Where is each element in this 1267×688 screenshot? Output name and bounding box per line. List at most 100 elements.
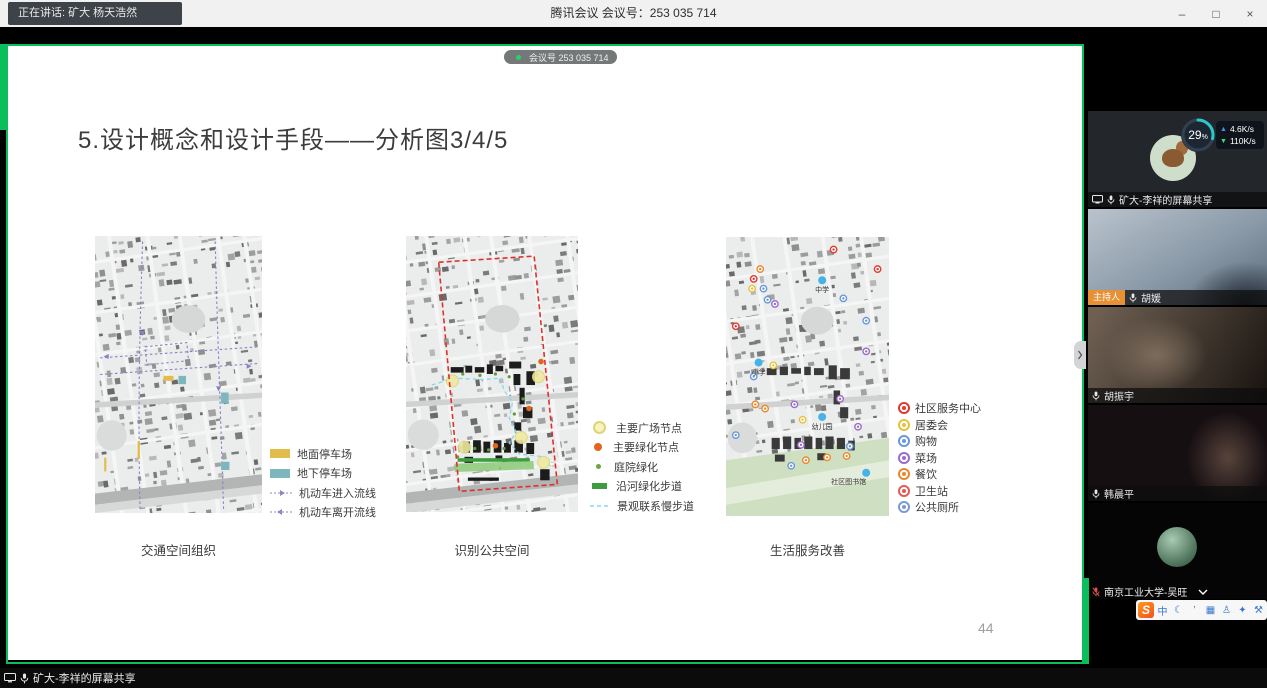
speaking-banner: 正在讲话: 矿大 杨天浩然 bbox=[8, 2, 182, 25]
slide-title: 5.设计概念和设计手段——分析图3/4/5 bbox=[78, 120, 508, 155]
chinese-mode-button[interactable]: 中 bbox=[1155, 603, 1170, 618]
flow-out-arrow-icon bbox=[270, 508, 292, 516]
shopping-icon bbox=[898, 435, 910, 447]
legend-item: 景观联系慢步道 bbox=[590, 496, 694, 516]
chevron-down-icon[interactable] bbox=[1197, 588, 1209, 596]
tile-label: 胡振宇 bbox=[1088, 388, 1267, 403]
screen-share-icon bbox=[4, 673, 16, 683]
legend-item: 菜场 bbox=[898, 450, 981, 467]
legend-item: 机动车进入流线 bbox=[270, 483, 376, 503]
mic-icon bbox=[1129, 293, 1137, 303]
skin-button[interactable]: ✦ bbox=[1235, 605, 1250, 616]
ime-toolbar[interactable]: S 中 ☾ ’ ▦ ♙ ✦ ⚒ bbox=[1136, 600, 1267, 620]
live-dot-icon bbox=[516, 55, 521, 60]
bottom-status-bar: 矿大-李祥的屏幕共享 bbox=[0, 668, 1267, 688]
tile-label: 南京工业大学-吴旺 bbox=[1088, 584, 1267, 599]
participant-name: 南京工业大学-吴旺 bbox=[1104, 584, 1187, 599]
caption-public-space: 识别公共空间 bbox=[406, 540, 578, 559]
network-stats: ▲ 4.6K/s ▼ 110K/s bbox=[1216, 121, 1264, 149]
custom-phrase-button[interactable]: ♙ bbox=[1219, 605, 1234, 616]
shared-slide: 5.设计概念和设计手段——分析图3/4/5 中学小学幼儿园社区图书馆 地面停车场… bbox=[8, 46, 1082, 660]
maximize-button[interactable]: □ bbox=[1209, 7, 1223, 21]
community-center-icon bbox=[898, 402, 910, 414]
mic-muted-icon bbox=[1092, 587, 1100, 597]
sogou-logo-icon[interactable]: S bbox=[1138, 602, 1154, 618]
soft-keyboard-button[interactable]: ▦ bbox=[1203, 605, 1218, 616]
legend-item: 主要广场节点 bbox=[590, 418, 694, 438]
legend-item: 庭院绿化 bbox=[590, 457, 694, 477]
video-tile-participant[interactable]: 南京工业大学-吴旺 bbox=[1088, 503, 1267, 599]
legend-item: 机动车离开流线 bbox=[270, 503, 376, 523]
underground-parking-swatch bbox=[270, 469, 290, 478]
upload-speed: 4.6K/s bbox=[1230, 124, 1254, 134]
market-icon bbox=[898, 452, 910, 464]
sidebar-collapse-handle[interactable] bbox=[1074, 341, 1086, 369]
cpu-percent: 29 bbox=[1188, 128, 1201, 142]
mic-icon bbox=[20, 673, 29, 684]
participant-name: 胡媛 bbox=[1141, 290, 1161, 305]
toolbox-button[interactable]: ⚒ bbox=[1251, 605, 1266, 616]
page-number: 44 bbox=[978, 620, 994, 636]
svg-text:中学: 中学 bbox=[815, 285, 829, 294]
video-tile-participant[interactable]: 胡振宇 bbox=[1088, 307, 1267, 403]
window-titlebar: 腾讯会议 会议号：253 035 714 正在讲话: 矿大 杨天浩然 – □ × bbox=[0, 0, 1267, 27]
window-title: 腾讯会议 会议号：253 035 714 bbox=[0, 0, 1267, 27]
svg-text:社区图书馆: 社区图书馆 bbox=[831, 477, 866, 486]
legend-item: 社区服务中心 bbox=[898, 400, 981, 417]
svg-text:小学: 小学 bbox=[752, 368, 766, 377]
mic-icon bbox=[1092, 489, 1100, 499]
courtyard-green-icon bbox=[596, 464, 601, 469]
caption-traffic: 交通空间组织 bbox=[95, 540, 262, 559]
avatar bbox=[1157, 527, 1197, 567]
caption-life-services: 生活服务改善 bbox=[726, 540, 889, 559]
surface-parking-swatch bbox=[270, 449, 290, 458]
legend-public-space: 主要广场节点 主要绿化节点 庭院绿化 沿河绿化步道 景观联系慢步道 bbox=[590, 418, 694, 516]
mic-icon bbox=[1107, 195, 1115, 205]
legend-item: 地下停车场 bbox=[270, 464, 376, 484]
map-traffic-organization bbox=[95, 236, 262, 513]
mic-icon bbox=[1092, 391, 1100, 401]
meeting-id-badge: 会议号 253 035 714 bbox=[504, 50, 617, 64]
flow-in-arrow-icon bbox=[270, 489, 292, 497]
legend-item: 卫生站 bbox=[898, 483, 981, 500]
download-arrow-icon: ▼ bbox=[1220, 138, 1227, 145]
close-button[interactable]: × bbox=[1243, 7, 1257, 21]
participant-name: 胡振宇 bbox=[1104, 388, 1134, 403]
tile-label: 韩晨平 bbox=[1088, 486, 1267, 501]
legend-item: 公共厕所 bbox=[898, 499, 981, 516]
punctuation-button[interactable]: ’ bbox=[1187, 605, 1202, 616]
tile-label: 矿大-李祥的屏幕共享 bbox=[1088, 192, 1267, 207]
neighborhood-committee-icon bbox=[898, 419, 910, 431]
chevron-right-icon bbox=[1077, 350, 1083, 360]
participant-name: 韩晨平 bbox=[1104, 486, 1134, 501]
video-tile-participant[interactable]: 主持人 胡媛 bbox=[1088, 209, 1267, 305]
green-node-icon bbox=[594, 443, 602, 451]
legend-item: 餐饮 bbox=[898, 466, 981, 483]
dining-icon bbox=[898, 468, 910, 480]
svg-text:幼儿园: 幼儿园 bbox=[812, 422, 833, 431]
download-speed: 110K/s bbox=[1230, 136, 1256, 146]
map-life-services: 中学小学幼儿园社区图书馆 bbox=[726, 237, 889, 516]
plaza-node-icon bbox=[593, 421, 606, 434]
map-public-space bbox=[406, 236, 578, 512]
halfwidth-moon-button[interactable]: ☾ bbox=[1171, 605, 1186, 616]
legend-item: 沿河绿化步道 bbox=[590, 477, 694, 497]
legend-item: 地面停车场 bbox=[270, 444, 376, 464]
cpu-gauge: 29 % bbox=[1179, 116, 1217, 154]
tile-name: 矿大-李祥的屏幕共享 bbox=[1119, 192, 1212, 207]
health-station-icon bbox=[898, 485, 910, 497]
screen-share-border-accent-right bbox=[1082, 578, 1089, 664]
share-status-label: 矿大-李祥的屏幕共享 bbox=[33, 670, 136, 686]
tile-label: 主持人 胡媛 bbox=[1088, 290, 1267, 305]
screen-share-border-accent-left bbox=[0, 44, 6, 130]
video-tile-share-preview[interactable]: 29 % ▲ 4.6K/s ▼ 110K/s 矿大-李祥的屏幕共享 bbox=[1088, 111, 1267, 207]
upload-arrow-icon: ▲ bbox=[1220, 126, 1227, 133]
legend-life-services: 社区服务中心 居委会 购物 菜场 餐饮 卫生站 公共厕所 bbox=[898, 400, 981, 516]
landscape-path-icon bbox=[590, 503, 610, 509]
legend-item: 居委会 bbox=[898, 417, 981, 434]
minimize-button[interactable]: – bbox=[1175, 7, 1189, 21]
video-tile-participant[interactable]: 韩晨平 bbox=[1088, 405, 1267, 501]
riverside-walk-swatch bbox=[592, 483, 607, 489]
host-badge: 主持人 bbox=[1088, 290, 1125, 305]
public-toilet-icon bbox=[898, 501, 910, 513]
